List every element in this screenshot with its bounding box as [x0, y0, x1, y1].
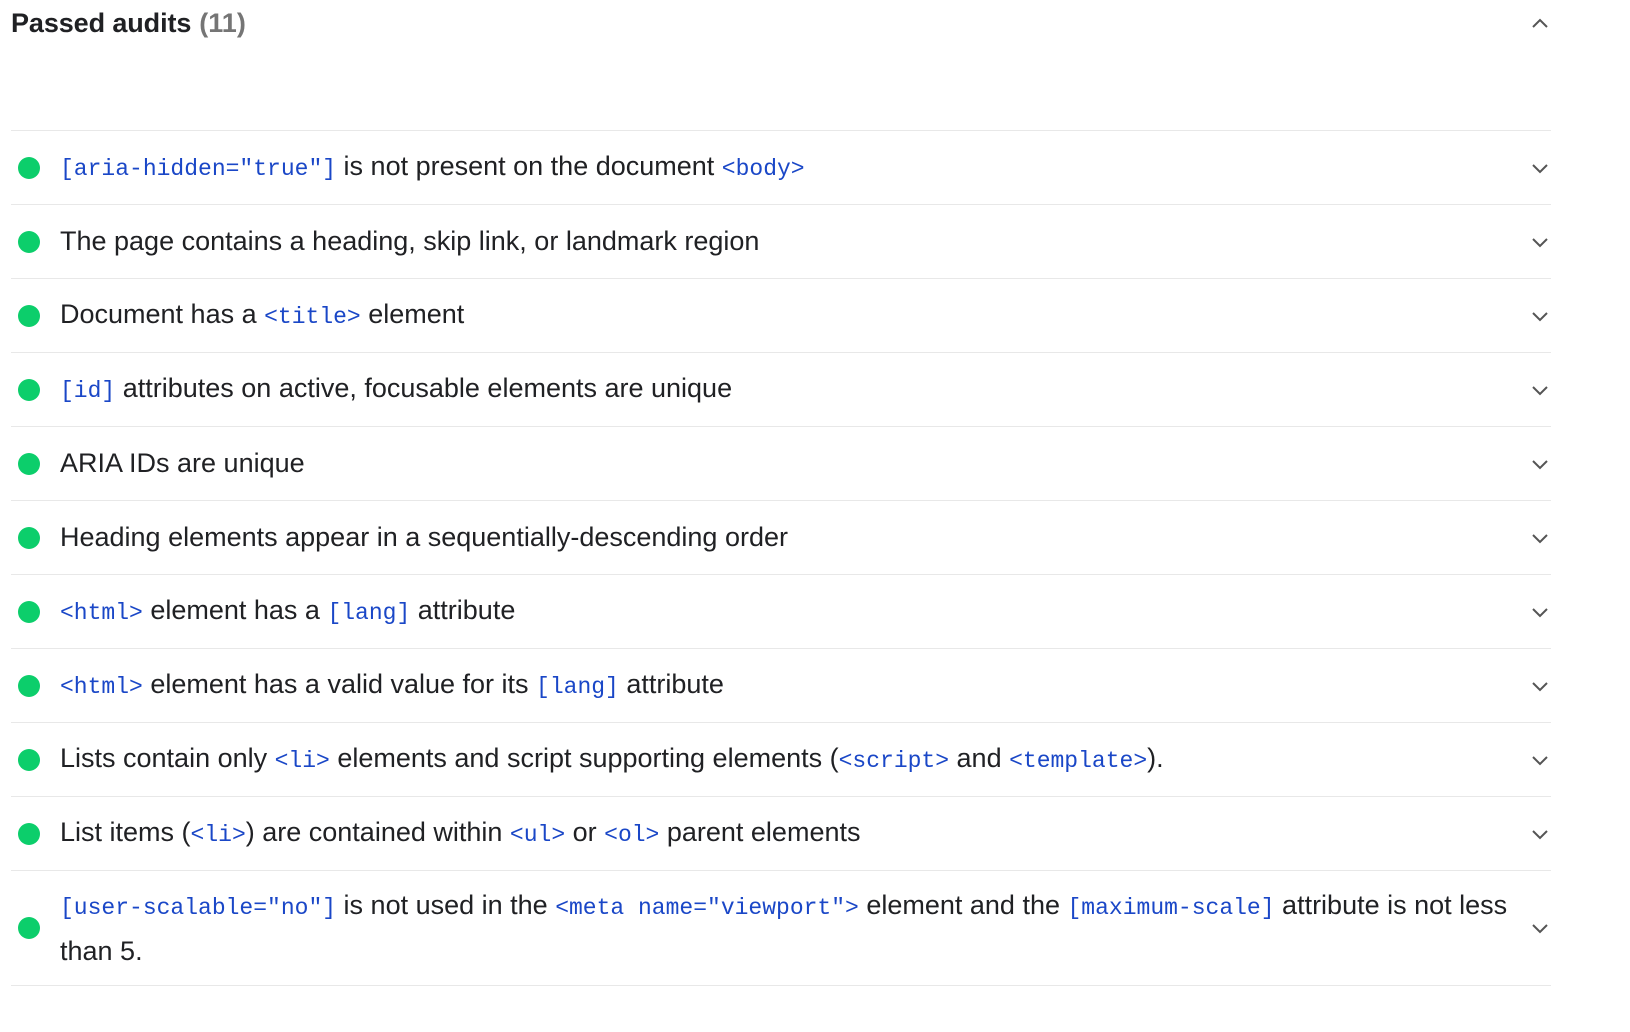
audit-text: elements and script supporting elements … [329, 742, 839, 773]
audit-text: element has a valid value for its [142, 668, 537, 699]
audit-code: [aria-hidden="true"] [60, 155, 337, 182]
chevron-down-icon[interactable] [1529, 157, 1551, 179]
audit-row[interactable]: [user-scalable="no"] is not used in the … [11, 871, 1551, 986]
chevron-down-icon[interactable] [1529, 601, 1551, 623]
chevron-down-icon[interactable] [1529, 917, 1551, 939]
audit-text: element has a [142, 594, 328, 625]
audit-text: parent elements [659, 816, 861, 847]
audit-text: element and the [858, 889, 1068, 920]
pass-status-icon [18, 452, 40, 475]
pass-status-icon [18, 600, 40, 623]
audit-row[interactable]: <html> element has a valid value for its… [11, 649, 1551, 723]
audit-code: [lang] [536, 673, 619, 700]
audit-row[interactable]: Lists contain only <li> elements and scr… [11, 723, 1551, 797]
pass-status-icon [18, 378, 40, 401]
pass-status-icon [18, 822, 40, 845]
pass-status-icon [18, 748, 40, 771]
audit-code: <template> [1009, 747, 1148, 774]
audit-code: <ol> [604, 821, 660, 848]
audit-row[interactable]: <html> element has a [lang] attribute [11, 575, 1551, 649]
audit-text: and [949, 742, 1010, 773]
audit-row[interactable]: The page contains a heading, skip link, … [11, 205, 1551, 279]
audit-title: <html> element has a [lang] attribute [60, 589, 1511, 635]
audit-code: [id] [60, 377, 116, 404]
chevron-down-icon[interactable] [1529, 453, 1551, 475]
audit-text: Document has a [60, 298, 265, 329]
audit-code: <li> [190, 821, 246, 848]
chevron-down-icon[interactable] [1529, 231, 1551, 253]
audit-code: [maximum-scale] [1067, 894, 1275, 921]
pass-status-icon [18, 230, 40, 253]
audit-row[interactable]: Document has a <title> element [11, 279, 1551, 353]
audit-text: attribute [618, 668, 724, 699]
audit-list: [aria-hidden="true"] is not present on t… [11, 130, 1551, 986]
chevron-down-icon[interactable] [1529, 823, 1551, 845]
audit-text: is not used in the [336, 889, 556, 920]
audit-code: <meta name="viewport"> [555, 894, 859, 921]
audit-text: The page contains a heading, skip link, … [60, 226, 760, 256]
audit-code: <script> [838, 747, 950, 774]
audit-row[interactable]: [id] attributes on active, focusable ele… [11, 353, 1551, 427]
audit-title: List items (<li>) are contained within <… [60, 811, 1511, 857]
audit-code: <body> [721, 155, 805, 182]
pass-status-icon [18, 156, 40, 179]
audit-text: ARIA IDs are unique [60, 448, 305, 478]
audit-text: attributes on active, focusable elements… [115, 372, 733, 403]
chevron-down-icon[interactable] [1529, 675, 1551, 697]
passed-audits-header[interactable]: Passed audits (11) [11, 0, 1551, 46]
audit-text: List items ( [60, 816, 191, 847]
group-title: Passed audits [11, 7, 192, 38]
audit-text: Lists contain only [60, 742, 275, 773]
chevron-up-icon[interactable] [1529, 12, 1551, 34]
audit-row[interactable]: ARIA IDs are unique [11, 427, 1551, 501]
audit-text: is not present on the document [336, 150, 722, 181]
audit-code: [lang] [327, 599, 411, 626]
audit-row[interactable]: Heading elements appear in a sequentiall… [11, 501, 1551, 575]
audit-title: [id] attributes on active, focusable ele… [60, 367, 1511, 413]
audit-title: Heading elements appear in a sequentiall… [60, 516, 1511, 559]
audit-title: [user-scalable="no"] is not used in the … [60, 884, 1511, 973]
audit-title: Lists contain only <li> elements and scr… [60, 737, 1511, 783]
group-count: (11) [199, 7, 246, 38]
audit-code: <html> [60, 599, 143, 626]
audit-text: ). [1147, 742, 1164, 773]
audit-row[interactable]: [aria-hidden="true"] is not present on t… [11, 131, 1551, 205]
audit-code: <html> [60, 673, 143, 700]
chevron-down-icon[interactable] [1529, 379, 1551, 401]
audit-title: ARIA IDs are unique [60, 442, 1511, 485]
chevron-down-icon[interactable] [1529, 749, 1551, 771]
audit-text: element [360, 298, 465, 329]
audit-title: The page contains a heading, skip link, … [60, 220, 1511, 263]
pass-status-icon [18, 304, 40, 327]
pass-status-icon [18, 674, 40, 697]
audit-text: attribute [410, 594, 516, 625]
audit-code: [user-scalable="no"] [60, 894, 337, 921]
chevron-down-icon[interactable] [1529, 527, 1551, 549]
chevron-down-icon[interactable] [1529, 305, 1551, 327]
audit-code: <ul> [509, 821, 566, 848]
audit-title: [aria-hidden="true"] is not present on t… [60, 145, 1511, 191]
pass-status-icon [18, 526, 40, 549]
audit-row[interactable]: List items (<li>) are contained within <… [11, 797, 1551, 871]
pass-status-icon [18, 917, 40, 939]
audit-code: <title> [264, 303, 361, 330]
audit-text: or [565, 816, 605, 847]
audit-title: Document has a <title> element [60, 293, 1511, 339]
audit-code: <li> [274, 747, 330, 774]
audit-text: ) are contained within [245, 816, 510, 847]
audit-text: Heading elements appear in a sequentiall… [60, 522, 788, 552]
audit-title: <html> element has a valid value for its… [60, 663, 1511, 709]
